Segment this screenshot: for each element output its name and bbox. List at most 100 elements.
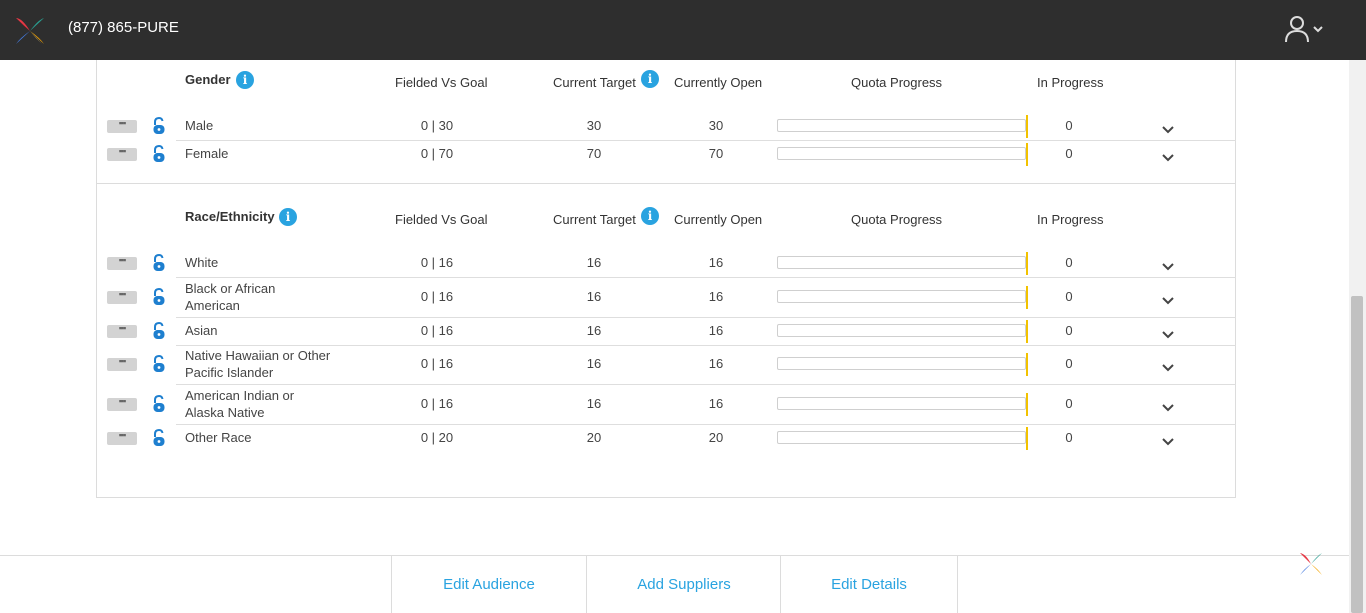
lock-icon[interactable]	[152, 116, 166, 135]
fielded-vs-goal-value: 0 | 16	[420, 255, 454, 270]
race-info-icon[interactable]: i	[279, 208, 297, 226]
currently-open-value: 16	[708, 255, 724, 270]
scrollbar-thumb[interactable]	[1351, 296, 1363, 613]
row-divider	[176, 384, 1236, 385]
chevron-down-icon[interactable]	[1161, 327, 1175, 339]
in-progress-value: 0	[1065, 255, 1073, 270]
gender-info-icon[interactable]: i	[236, 71, 254, 89]
row-options-button[interactable]	[107, 356, 137, 371]
row-divider	[176, 345, 1236, 346]
row-divider	[176, 424, 1236, 425]
quota-progress-bar	[777, 119, 1026, 132]
chevron-down-icon[interactable]	[1161, 259, 1175, 271]
fielded-vs-goal-value: 0 | 16	[420, 323, 454, 338]
current-target-info-icon[interactable]: i	[641, 70, 659, 88]
currently-open-value: 16	[708, 289, 724, 304]
current-target-value: 16	[586, 255, 602, 270]
support-phone: (877) 865-PURE	[68, 19, 179, 36]
currently-open-value: 16	[708, 356, 724, 371]
section-divider	[96, 183, 1236, 184]
user-menu-button[interactable]	[1284, 15, 1326, 45]
lock-icon[interactable]	[152, 144, 166, 163]
row-name: American Indian or	[185, 388, 295, 403]
current-target-value: 70	[586, 146, 602, 161]
row-options-button[interactable]	[107, 396, 137, 411]
row-options-button[interactable]	[107, 118, 137, 133]
current-target-value: 16	[586, 356, 602, 371]
current-target-value: 20	[586, 430, 602, 445]
row-divider	[176, 140, 1236, 141]
lock-icon[interactable]	[152, 253, 166, 272]
top-bar: (877) 865-PURE	[0, 0, 1366, 60]
col-current-target-2: Current Target	[553, 212, 636, 227]
row-options-button[interactable]	[107, 289, 137, 304]
chevron-down-icon[interactable]	[1161, 400, 1175, 412]
lock-icon[interactable]	[152, 394, 166, 413]
chevron-down-icon[interactable]	[1161, 360, 1175, 372]
in-progress-value: 0	[1065, 118, 1073, 133]
row-name: Other Race	[185, 430, 252, 445]
row-name: Black or African	[185, 281, 276, 296]
fielded-vs-goal-value: 0 | 16	[420, 289, 454, 304]
col-in-progress-2: In Progress	[1037, 212, 1104, 227]
race-section-title: Race/Ethnicity	[185, 209, 275, 224]
fielded-vs-goal-value: 0 | 70	[420, 146, 454, 161]
quota-progress-bar	[777, 431, 1026, 444]
in-progress-value: 0	[1065, 289, 1073, 304]
pinwheel-logo-icon[interactable]	[12, 14, 48, 48]
quota-progress-bar	[777, 357, 1026, 370]
quota-progress-marker	[1026, 353, 1028, 376]
quota-progress-marker	[1026, 252, 1028, 275]
fielded-vs-goal-value: 0 | 16	[420, 396, 454, 411]
col-in-progress: In Progress	[1037, 75, 1104, 90]
col-quota-progress: Quota Progress	[851, 75, 943, 90]
row-options-button[interactable]	[107, 255, 137, 270]
col-quota-progress-2: Quota Progress	[851, 212, 943, 227]
lock-icon[interactable]	[152, 428, 166, 447]
col-currently-open: Currently Open	[674, 75, 763, 90]
row-options-button[interactable]	[107, 146, 137, 161]
row-options-button[interactable]	[107, 430, 137, 445]
chevron-down-icon	[1313, 26, 1323, 33]
row-name: Female	[185, 146, 229, 161]
chevron-down-icon[interactable]	[1161, 150, 1175, 162]
quota-progress-bar	[777, 324, 1026, 337]
quota-progress-bar	[777, 256, 1026, 269]
add-suppliers-button[interactable]: Add Suppliers	[586, 556, 781, 613]
edit-audience-button[interactable]: Edit Audience	[391, 556, 586, 613]
in-progress-value: 0	[1065, 146, 1073, 161]
edit-details-button[interactable]: Edit Details	[780, 556, 958, 613]
chat-widget-logo-icon[interactable]	[1298, 551, 1324, 577]
lock-icon[interactable]	[152, 354, 166, 373]
current-target-value: 16	[586, 323, 602, 338]
quota-progress-marker	[1026, 115, 1028, 138]
chevron-down-icon[interactable]	[1161, 293, 1175, 305]
fielded-vs-goal-value: 0 | 16	[420, 356, 454, 371]
current-target-value: 16	[586, 396, 602, 411]
user-icon	[1285, 16, 1323, 43]
in-progress-value: 0	[1065, 356, 1073, 371]
row-divider	[176, 277, 1236, 278]
row-name: Asian	[185, 323, 218, 338]
quota-progress-bar	[777, 147, 1026, 160]
quota-progress-bar	[777, 397, 1026, 410]
quota-progress-marker	[1026, 320, 1028, 343]
col-fielded-vs-goal-2: Fielded Vs Goal	[395, 212, 488, 227]
chevron-down-icon[interactable]	[1161, 434, 1175, 446]
quota-progress-marker	[1026, 143, 1028, 166]
current-target-value: 30	[586, 118, 602, 133]
currently-open-value: 16	[708, 323, 724, 338]
row-name-line-2: American	[185, 298, 240, 313]
chevron-down-icon[interactable]	[1161, 122, 1175, 134]
in-progress-value: 0	[1065, 323, 1073, 338]
currently-open-value: 16	[708, 396, 724, 411]
current-target-info-icon-2[interactable]: i	[641, 207, 659, 225]
row-options-button[interactable]	[107, 323, 137, 338]
lock-icon[interactable]	[152, 321, 166, 340]
quota-progress-marker	[1026, 286, 1028, 309]
col-fielded-vs-goal: Fielded Vs Goal	[395, 75, 488, 90]
fielded-vs-goal-value: 0 | 20	[420, 430, 454, 445]
lock-icon[interactable]	[152, 287, 166, 306]
row-name: Male	[185, 118, 214, 133]
in-progress-value: 0	[1065, 396, 1073, 411]
